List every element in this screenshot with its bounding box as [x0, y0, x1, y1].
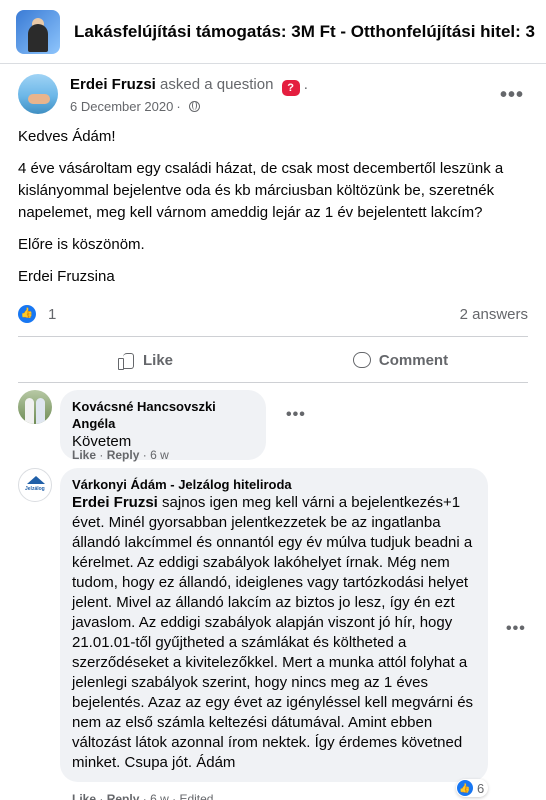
post-action-text: asked a question: [160, 76, 274, 93]
divider: [18, 382, 528, 383]
post-more-options-icon[interactable]: •••: [500, 84, 524, 107]
question-icon: ?: [281, 80, 300, 96]
group-title[interactable]: Lakásfelújítási támogatás: 3M Ft - Ottho…: [74, 22, 535, 42]
thumbs-up-icon: [117, 352, 135, 370]
comment-like-link[interactable]: Like: [72, 448, 96, 462]
comment-more-options-icon[interactable]: •••: [506, 620, 526, 638]
answers-count[interactable]: 2 answers: [460, 306, 528, 323]
comment-button-label: Comment: [378, 351, 449, 369]
comment: Jelzálog Várkonyi Ádám - Jelzálog hiteli…: [18, 468, 488, 782]
like-count-value: 1: [48, 305, 57, 323]
like-button[interactable]: Like: [18, 340, 273, 380]
group-header: Lakásfelújítási támogatás: 3M Ft - Ottho…: [0, 0, 546, 64]
divider: [18, 336, 528, 337]
author-avatar[interactable]: [18, 74, 58, 114]
post-paragraph: Erdei Fruzsina: [18, 268, 115, 285]
comment-time[interactable]: 6 w: [150, 448, 169, 462]
like-reaction-icon: 👍: [457, 780, 473, 796]
commenter-avatar[interactable]: [18, 390, 52, 424]
author-name[interactable]: Erdei Fruzsi: [70, 76, 156, 93]
mention-tag[interactable]: Erdei Fruzsi: [72, 494, 158, 511]
commenter-avatar[interactable]: Jelzálog: [18, 468, 52, 502]
comment-like-link[interactable]: Like: [72, 792, 96, 800]
post-actions: Like Comment: [18, 340, 528, 380]
avatar-logo-text: Jelzálog: [25, 486, 45, 492]
comment-edited-label: Edited: [179, 792, 214, 800]
post-paragraph: Előre is köszönöm.: [18, 236, 145, 253]
comment-time[interactable]: 6 w: [150, 792, 169, 800]
like-count[interactable]: 👍 1: [18, 305, 56, 323]
comment-reactions[interactable]: 👍 6: [456, 779, 489, 797]
post-stats: 👍 1 2 answers: [18, 302, 528, 326]
post-paragraph: Kedves Ádám!: [18, 128, 116, 145]
like-reaction-icon: 👍: [18, 305, 36, 323]
comment-reply-link[interactable]: Reply: [107, 792, 140, 800]
comment-reply-link[interactable]: Reply: [107, 448, 140, 462]
reaction-count: 6: [477, 780, 485, 796]
post-date[interactable]: 6 December 2020: [70, 99, 173, 114]
like-button-label: Like: [142, 351, 173, 369]
globe-icon: [188, 101, 200, 112]
post-body: Kedves Ádám! 4 éve vásároltam egy család…: [18, 126, 528, 298]
comment-more-options-icon[interactable]: •••: [286, 406, 306, 424]
comment-author[interactable]: Várkonyi Ádám - Jelzálog hiteliroda: [72, 476, 478, 493]
comment-icon: [352, 352, 371, 368]
comment-button[interactable]: Comment: [273, 340, 528, 380]
question-post: Erdei Fruzsi asked a question ? . 6 Dece…: [0, 64, 546, 800]
comment-author[interactable]: Kovácsné Hancsovszki Angéla: [72, 398, 254, 432]
post-header: Erdei Fruzsi asked a question ? . 6 Dece…: [18, 74, 308, 114]
post-paragraph: 4 éve vásároltam egy családi házat, de c…: [18, 160, 504, 221]
comment-footer: Like · Reply · 6 w: [72, 448, 169, 462]
comment-bubble: Várkonyi Ádám - Jelzálog hiteliroda Erde…: [60, 468, 488, 782]
comment-footer: Like · Reply · 6 w · Edited: [72, 792, 213, 800]
comment-text: sajnos igen meg kell várni a bejelentkez…: [72, 494, 474, 771]
group-cover-thumbnail[interactable]: [16, 9, 60, 54]
